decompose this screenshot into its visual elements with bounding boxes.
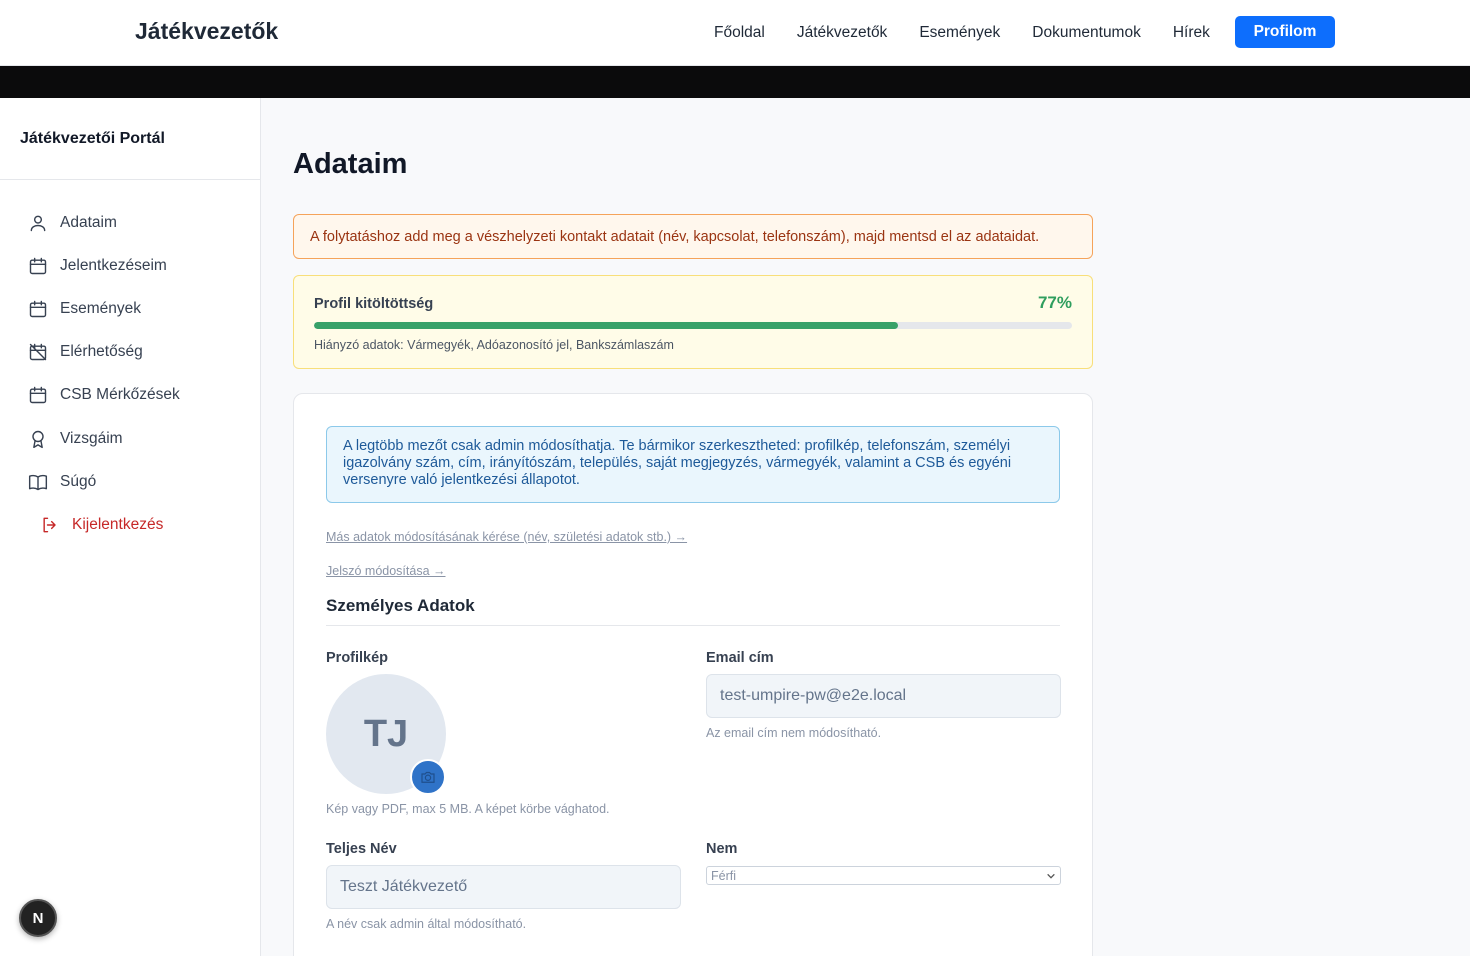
email-label: Email cím bbox=[706, 650, 774, 666]
gender-select[interactable]: Férfi bbox=[706, 866, 1061, 885]
change-password-link[interactable]: Jelszó módosítása → bbox=[326, 564, 446, 578]
sidebar: Játékvezetői Portál Adataim Jelentkezése… bbox=[0, 98, 261, 956]
chevron-down-icon bbox=[1047, 873, 1055, 879]
full-name-label: Teljes Név bbox=[326, 841, 397, 857]
progress-percent: 77% bbox=[1037, 293, 1072, 312]
nav-link-umpires[interactable]: Játékvezetők bbox=[797, 24, 887, 42]
sidebar-item-label: CSB Mérkőzések bbox=[60, 386, 180, 403]
sidebar-item-adataim[interactable]: Adataim bbox=[28, 211, 117, 235]
sidebar-item-jelentkezeseim[interactable]: Jelentkezéseim bbox=[28, 254, 167, 278]
logout-icon bbox=[43, 517, 56, 533]
nav-link-events[interactable]: Események bbox=[919, 24, 1000, 42]
full-name-field[interactable]: Teszt Játékvezető bbox=[326, 865, 681, 909]
sidebar-item-label: Elérhetőség bbox=[60, 343, 143, 360]
sidebar-item-label: Jelentkezéseim bbox=[60, 257, 167, 274]
profile-pic-label: Profilkép bbox=[326, 650, 389, 666]
section-title: Személyes Adatok bbox=[326, 596, 475, 615]
progress-bar-fill bbox=[314, 322, 898, 329]
camera-icon bbox=[421, 771, 435, 783]
email-hint: Az email cím nem módosítható. bbox=[706, 726, 882, 740]
logout-button[interactable]: Kijelentkezés bbox=[40, 513, 163, 537]
calendar-off-icon bbox=[29, 343, 47, 361]
email-field[interactable]: test-umpire-pw@e2e.local bbox=[706, 674, 1061, 718]
page-title: Adataim bbox=[293, 148, 408, 180]
personal-data-card: A legtöbb mezőt csak admin módosíthatja.… bbox=[293, 393, 1093, 956]
sidebar-item-csb-merkozesek[interactable]: CSB Mérkőzések bbox=[28, 383, 180, 407]
book-icon bbox=[28, 474, 48, 491]
gender-select-value: Férfi bbox=[711, 868, 736, 883]
user-icon bbox=[30, 215, 46, 232]
top-navbar: Játékvezetők Főoldal Játékvezetők Esemén… bbox=[0, 0, 1470, 66]
sidebar-item-vizsgaim[interactable]: Vizsgáim bbox=[28, 427, 123, 451]
nav-link-news[interactable]: Hírek bbox=[1173, 24, 1210, 42]
sidebar-item-label: Vizsgáim bbox=[60, 430, 123, 447]
brand-logo[interactable]: Játékvezetők bbox=[135, 18, 278, 45]
progress-label: Profil kitöltöttség bbox=[314, 296, 434, 312]
nav-link-documents[interactable]: Dokumentumok bbox=[1032, 24, 1141, 42]
main-nav: Főoldal Játékvezetők Események Dokumentu… bbox=[714, 24, 1242, 42]
profile-button[interactable]: Profilom bbox=[1235, 16, 1335, 48]
nav-link-home[interactable]: Főoldal bbox=[714, 24, 765, 42]
sidebar-item-label: Adataim bbox=[60, 214, 117, 231]
award-icon bbox=[32, 430, 44, 449]
sidebar-item-esemenyek[interactable]: Események bbox=[28, 297, 141, 321]
sidebar-item-label: Események bbox=[60, 300, 141, 317]
sidebar-title: Játékvezetői Portál bbox=[20, 130, 165, 147]
dev-tools-badge[interactable]: N bbox=[19, 899, 57, 937]
progress-bar bbox=[314, 322, 1072, 329]
upload-photo-button[interactable] bbox=[410, 759, 446, 795]
sidebar-divider bbox=[0, 179, 260, 180]
sidebar-item-label: Súgó bbox=[60, 473, 97, 490]
missing-fields-text: Hiányzó adatok: Vármegyék, Adóazonosító … bbox=[314, 338, 674, 352]
gender-label: Nem bbox=[706, 841, 738, 857]
profile-completion-box: Profil kitöltöttség 77% Hiányzó adatok: … bbox=[293, 275, 1093, 369]
logout-label: Kijelentkezés bbox=[72, 516, 164, 533]
calendar-icon bbox=[29, 386, 47, 404]
profile-pic-hint: Kép vagy PDF, max 5 MB. A képet körbe vá… bbox=[326, 802, 610, 816]
calendar-icon bbox=[29, 300, 47, 318]
calendar-icon bbox=[29, 257, 47, 275]
full-name-hint: A név csak admin által módosítható. bbox=[326, 917, 527, 931]
section-divider bbox=[326, 625, 1060, 626]
warning-alert: A folytatáshoz add meg a vészhelyzeti ko… bbox=[293, 214, 1093, 259]
request-change-link[interactable]: Más adatok módosításának kérése (név, sz… bbox=[326, 530, 687, 544]
sidebar-item-sugo[interactable]: Súgó bbox=[28, 470, 96, 494]
sidebar-item-elerhetoseg[interactable]: Elérhetőség bbox=[28, 340, 143, 364]
info-alert: A legtöbb mezőt csak admin módosíthatja.… bbox=[326, 426, 1060, 503]
header-banner bbox=[0, 66, 1470, 98]
